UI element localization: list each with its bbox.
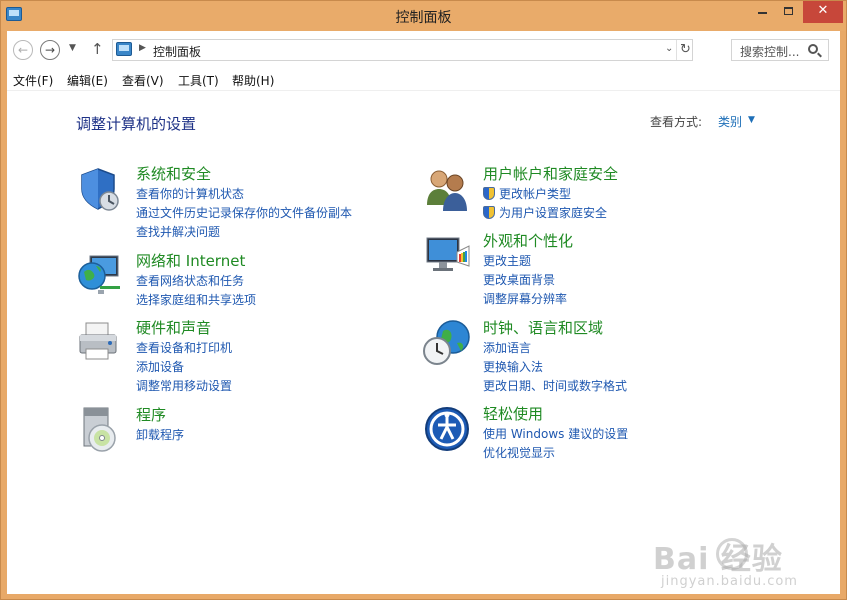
category-link[interactable]: 查看你的计算机状态 bbox=[136, 185, 244, 202]
category-link[interactable]: 更改日期、时间或数字格式 bbox=[483, 377, 627, 394]
close-button[interactable]: ✕ bbox=[803, 1, 843, 23]
maximize-button[interactable] bbox=[775, 1, 801, 23]
category-link[interactable]: 添加语言 bbox=[483, 339, 531, 356]
window-title: 控制面板 bbox=[395, 10, 452, 26]
category-title[interactable]: 用户帐户和家庭安全 bbox=[483, 163, 618, 184]
shield-security-icon[interactable] bbox=[76, 165, 124, 213]
navigation-row: ← → ▼ ↑ ▶ 控制面板 ⌄ ↻ 搜索控制... bbox=[7, 31, 840, 69]
uac-shield-icon bbox=[483, 206, 495, 219]
category-title[interactable]: 系统和安全 bbox=[136, 163, 211, 184]
category-link[interactable]: 使用 Windows 建议的设置 bbox=[483, 425, 628, 442]
maximize-icon bbox=[783, 6, 793, 15]
breadcrumb-control-panel[interactable]: 控制面板 bbox=[153, 43, 201, 60]
users-icon[interactable] bbox=[423, 165, 471, 213]
view-by-label: 查看方式: bbox=[650, 115, 703, 129]
category-title[interactable]: 外观和个性化 bbox=[483, 230, 573, 251]
view-by-chevron-down-icon[interactable]: ▼ bbox=[748, 115, 755, 125]
chevron-down-icon: ▼ bbox=[69, 43, 76, 53]
category-link[interactable]: 添加设备 bbox=[136, 358, 184, 375]
menu-view[interactable]: 查看(V) bbox=[122, 72, 164, 89]
minimize-icon bbox=[757, 11, 767, 14]
printer-hardware-icon[interactable] bbox=[76, 319, 124, 367]
forward-button[interactable]: → bbox=[40, 40, 60, 60]
monitor-palette-icon[interactable] bbox=[423, 232, 471, 280]
client-area: ← → ▼ ↑ ▶ 控制面板 ⌄ ↻ 搜索控制... 文件(F) 编辑(E) 查… bbox=[7, 31, 840, 594]
back-button[interactable]: ← bbox=[13, 40, 33, 60]
address-history-chevron-icon[interactable]: ⌄ bbox=[665, 43, 673, 54]
category-title[interactable]: 时钟、语言和区域 bbox=[483, 317, 603, 338]
category-link[interactable]: 优化视觉显示 bbox=[483, 444, 555, 461]
category-link[interactable]: 更改桌面背景 bbox=[483, 271, 555, 288]
category-link[interactable]: 更改帐户类型 bbox=[483, 185, 571, 202]
minimize-button[interactable] bbox=[749, 1, 775, 23]
menu-tools[interactable]: 工具(T) bbox=[178, 72, 219, 89]
address-bar[interactable]: ▶ 控制面板 ⌄ ↻ bbox=[112, 39, 693, 61]
up-button[interactable]: ↑ bbox=[91, 40, 104, 58]
breadcrumb-separator-icon[interactable]: ▶ bbox=[139, 43, 146, 53]
search-box[interactable]: 搜索控制... bbox=[731, 39, 829, 61]
category-link[interactable]: 查看设备和打印机 bbox=[136, 339, 232, 356]
baidu-paw-icon bbox=[716, 538, 748, 570]
uac-shield-icon bbox=[483, 187, 495, 200]
programs-disc-icon[interactable] bbox=[76, 406, 124, 454]
search-icon[interactable] bbox=[808, 44, 818, 54]
category-link[interactable]: 更换输入法 bbox=[483, 358, 543, 375]
category-title[interactable]: 硬件和声音 bbox=[136, 317, 211, 338]
category-title[interactable]: 轻松使用 bbox=[483, 403, 543, 424]
view-by-dropdown[interactable]: 类别 bbox=[718, 113, 742, 130]
category-link[interactable]: 查找并解决问题 bbox=[136, 223, 220, 240]
baidu-jingyan-watermark: Bai 经验 jingyan.baidu.com bbox=[653, 534, 813, 600]
arrow-right-icon: → bbox=[44, 43, 56, 57]
control-panel-window: 控制面板 ✕ ← → ▼ ↑ ▶ 控制面板 ⌄ ↻ 搜索控制... 文件(F) bbox=[0, 0, 847, 600]
category-link[interactable]: 调整屏幕分辨率 bbox=[483, 290, 567, 307]
category-link[interactable]: 调整常用移动设置 bbox=[136, 377, 232, 394]
category-title[interactable]: 网络和 Internet bbox=[136, 250, 245, 271]
clock-globe-icon[interactable] bbox=[423, 319, 471, 367]
ease-of-access-icon[interactable] bbox=[423, 405, 471, 453]
menu-file[interactable]: 文件(F) bbox=[13, 72, 53, 89]
arrow-left-icon: ← bbox=[17, 43, 29, 57]
category-link[interactable]: 卸载程序 bbox=[136, 426, 184, 443]
watermark-url: jingyan.baidu.com bbox=[661, 574, 798, 589]
title-bar[interactable]: 控制面板 ✕ bbox=[1, 1, 846, 31]
network-globe-icon[interactable] bbox=[76, 252, 124, 300]
search-input[interactable]: 搜索控制... bbox=[740, 43, 799, 60]
category-link[interactable]: 选择家庭组和共享选项 bbox=[136, 291, 256, 308]
category-title[interactable]: 程序 bbox=[136, 404, 166, 425]
menu-bar: 文件(F) 编辑(E) 查看(V) 工具(T) 帮助(H) bbox=[7, 69, 840, 91]
menu-edit[interactable]: 编辑(E) bbox=[67, 72, 108, 89]
arrow-up-icon: ↑ bbox=[91, 40, 104, 58]
category-link[interactable]: 通过文件历史记录保存你的文件备份副本 bbox=[136, 204, 352, 221]
category-link[interactable]: 为用户设置家庭安全 bbox=[483, 204, 607, 221]
refresh-button[interactable]: ↻ bbox=[676, 40, 694, 60]
control-panel-icon bbox=[116, 42, 132, 56]
category-link[interactable]: 更改主题 bbox=[483, 252, 531, 269]
page-title: 调整计算机的设置 bbox=[76, 115, 197, 133]
recent-locations-dropdown[interactable]: ▼ bbox=[69, 43, 76, 53]
category-link[interactable]: 查看网络状态和任务 bbox=[136, 272, 244, 289]
refresh-icon: ↻ bbox=[680, 42, 691, 57]
menu-help[interactable]: 帮助(H) bbox=[232, 72, 274, 89]
